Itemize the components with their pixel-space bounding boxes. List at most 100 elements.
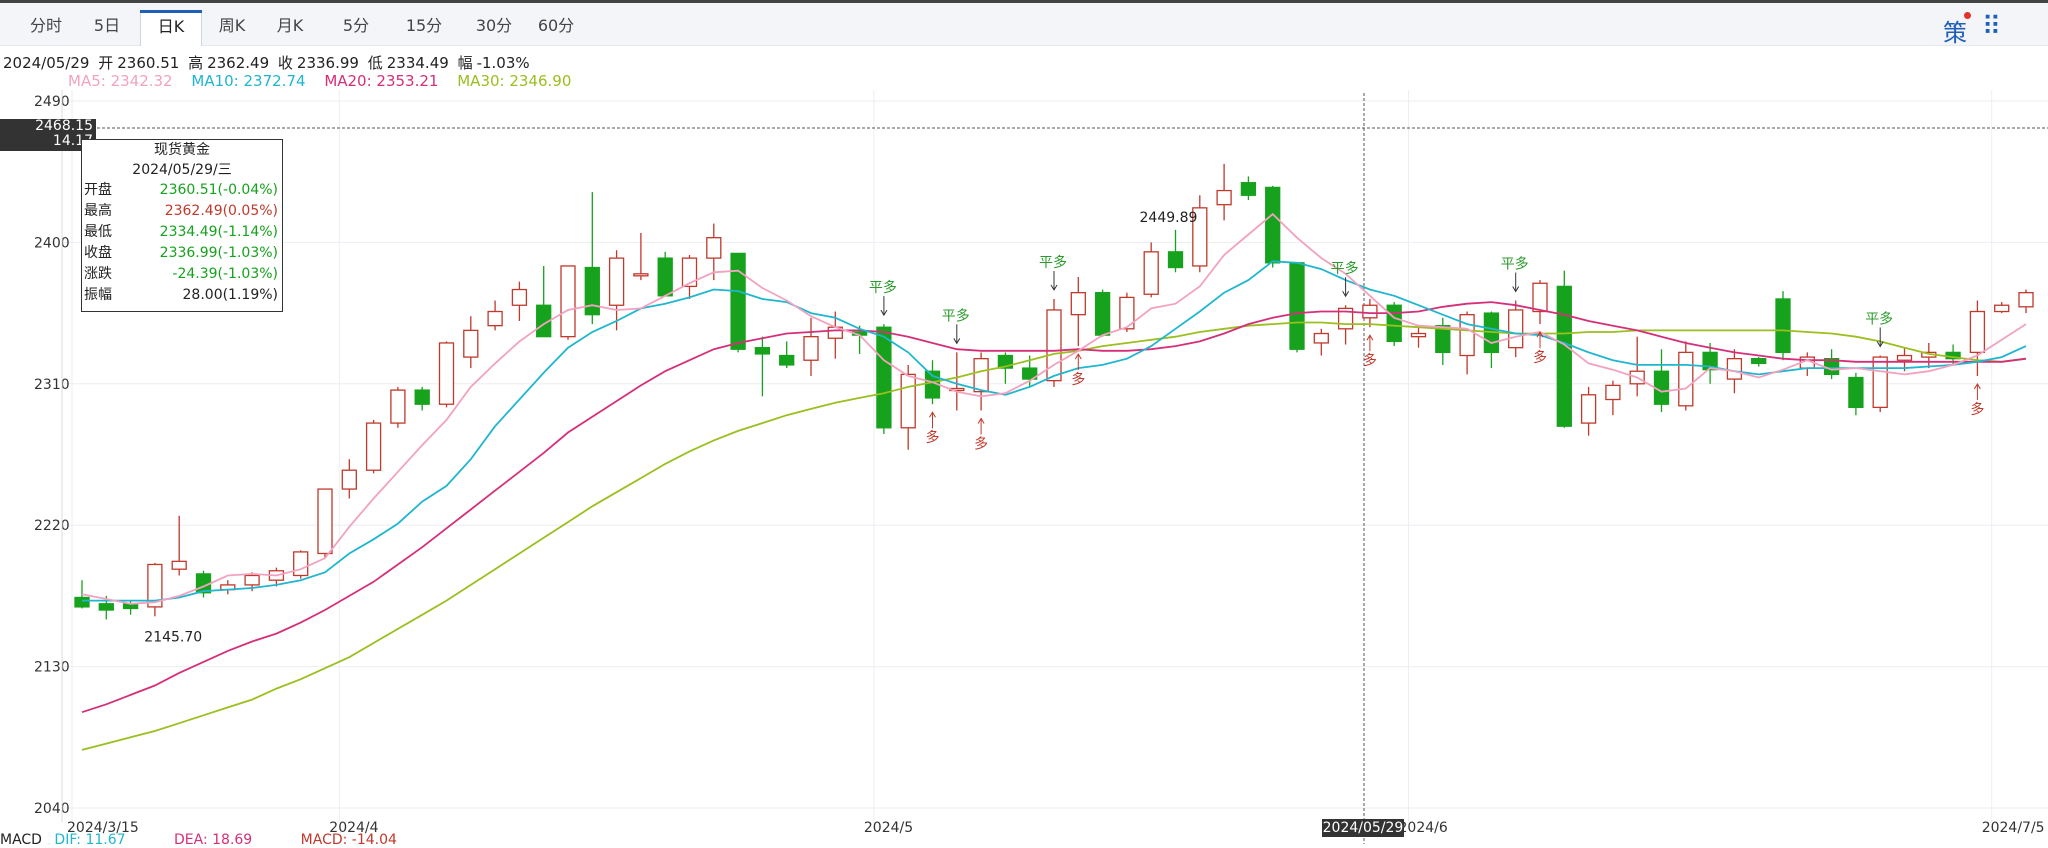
candle-body [1167, 251, 1184, 269]
candle-body [657, 257, 673, 297]
tooltip-value: 28.00(1.19%) [182, 287, 278, 303]
signal-close-long: 平多 [1331, 260, 1359, 277]
y-tick-label: 2130 [34, 660, 70, 676]
candle-body [171, 560, 187, 570]
candle-body [1289, 262, 1305, 350]
candle-body [754, 347, 771, 355]
signal-long: 多 [1533, 349, 1547, 366]
tooltip-key: 收盘 [84, 245, 112, 261]
x-tick-label: 2024/5 [864, 820, 913, 836]
candle-body [98, 603, 114, 611]
signal-long: 多 [926, 429, 940, 446]
candle-body [1362, 304, 1378, 319]
tooltip-value: 2336.99(-1.03%) [159, 245, 278, 261]
candle-body [1386, 304, 1402, 343]
x-tick-label: 2024/7/5 [1982, 820, 2045, 836]
candle-body [1094, 292, 1111, 336]
candle-body [1046, 309, 1062, 382]
candle-body [1070, 292, 1086, 316]
candle-body [706, 237, 722, 259]
candle-body [390, 389, 406, 424]
signal-close-long: 平多 [1501, 256, 1529, 273]
candle-body [1872, 356, 1888, 409]
candle-body [900, 373, 916, 429]
candle-body [973, 358, 989, 393]
macd-value-legend: MACD: -14.04 [300, 832, 397, 848]
candle-body [438, 342, 455, 405]
candle-body [463, 329, 479, 358]
signal-long: 多 [1363, 352, 1377, 369]
candle-body [779, 354, 795, 366]
candle-body [1313, 332, 1329, 344]
candle-body [1678, 351, 1694, 407]
candle-body [244, 574, 260, 586]
candle-body [1459, 314, 1475, 357]
candle-body [1653, 370, 1670, 405]
crosshair-date-box: 2024/05/29 [1322, 819, 1404, 837]
candle-body [1240, 182, 1257, 196]
candle-body [1726, 358, 1743, 380]
candle-body [1410, 332, 1427, 338]
tooltip-title: 现货黄金 [154, 142, 210, 158]
macd-title: MACD [0, 832, 42, 848]
y-tick-label: 2040 [34, 801, 70, 817]
candle-body [681, 257, 698, 288]
signal-close-long: 平多 [869, 279, 897, 296]
max-price-label: 2449.89 [1140, 210, 1198, 226]
tooltip-date: 2024/05/29/三 [132, 162, 232, 178]
candle-body [730, 252, 746, 350]
candlestick-chart[interactable]: 2040213022202310240024902024/3/15 2024/4 2… [0, 0, 2048, 844]
tooltip-row: 收盘 2336.99(-1.03%) [82, 243, 282, 264]
candle-body [2018, 292, 2034, 308]
tooltip-key: 振幅 [84, 287, 112, 303]
candle-body [317, 488, 333, 555]
candle-body [1580, 394, 1597, 424]
tooltip-key: 涨跌 [84, 266, 112, 282]
tooltip-row: 最低 2334.49(-1.14%) [82, 222, 282, 243]
tooltip-row: 最高 2362.49(0.05%) [82, 201, 282, 222]
candle-body [560, 265, 576, 338]
tooltip-key: 最低 [84, 224, 112, 240]
signal-long: 多 [1970, 401, 1984, 418]
candle-body [1969, 310, 1986, 354]
signal-close-long: 平多 [1865, 311, 1893, 328]
tooltip-key: 最高 [84, 203, 112, 219]
y-tick-label: 2220 [34, 518, 70, 534]
candle-body [414, 389, 430, 405]
candle-body [584, 266, 600, 316]
candle-body [803, 336, 819, 361]
candle-body [1143, 251, 1159, 295]
tooltip-row: 振幅 28.00(1.19%) [82, 285, 282, 306]
tooltip-value: 2360.51(-0.04%) [159, 182, 278, 198]
signal-close-long: 平多 [1039, 254, 1067, 271]
candle-body [1994, 304, 2010, 313]
tooltip-row: 涨跌 -24.39(-1.03%) [82, 264, 282, 285]
dea-legend: DEA: 18.69 [174, 832, 253, 848]
candle-body [1216, 189, 1232, 206]
y-tick-label: 2310 [34, 377, 70, 393]
signal-long: 多 [1071, 371, 1085, 388]
candle-body [341, 469, 357, 490]
candle-body [511, 288, 528, 306]
tooltip-row: 开盘 2360.51(-0.04%) [82, 180, 282, 201]
ohlc-tooltip: 现货黄金 2024/05/29/三 开盘 2360.51(-0.04%) 最高 236… [81, 139, 283, 312]
y-tick-label: 2400 [34, 235, 70, 251]
signal-close-long: 平多 [942, 307, 970, 324]
candle-body [876, 326, 892, 429]
candle-body [74, 596, 90, 608]
candle-body [1848, 376, 1864, 409]
y-tick-label: 2490 [34, 94, 70, 110]
candle-body [1556, 285, 1572, 427]
candle-body [1751, 358, 1767, 365]
candle-body [608, 257, 625, 306]
candle-body [365, 422, 382, 471]
candle-body [633, 273, 649, 277]
macd-legend: MACD DIF: 11.67 DEA: 18.69 MACD: -14.04 [0, 832, 441, 848]
candle-body [1775, 298, 1791, 354]
candle-body [1508, 309, 1524, 349]
tooltip-value: 2334.49(-1.14%) [159, 224, 278, 240]
tooltip-key: 开盘 [84, 182, 112, 198]
tooltip-value: -24.39(-1.03%) [172, 266, 278, 282]
signal-long: 多 [974, 436, 988, 453]
tooltip-value: 2362.49(0.05%) [164, 203, 278, 219]
